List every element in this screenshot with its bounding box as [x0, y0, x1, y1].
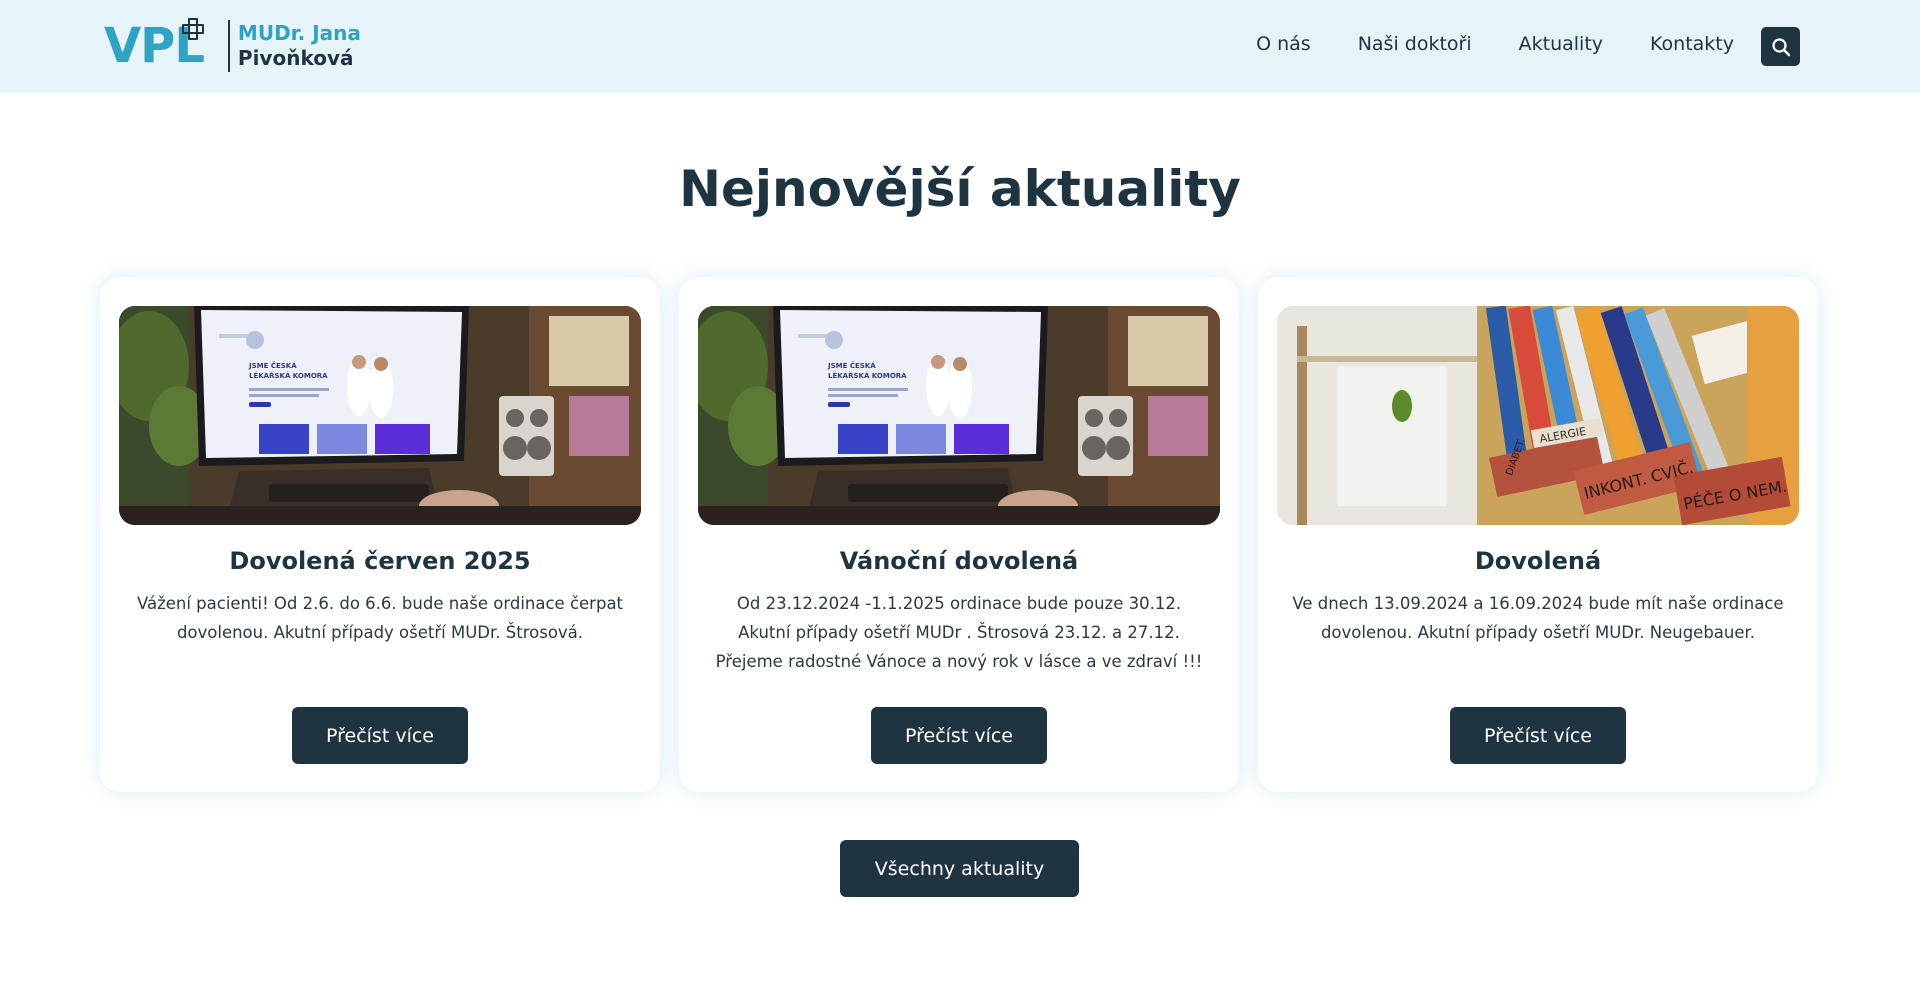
news-title[interactable]: Vánoční dovolená [679, 547, 1239, 575]
read-more-button[interactable]: Přečíst více [292, 707, 468, 764]
logo-text: MUDr. Jana Pivoňková [238, 21, 361, 71]
screen-text-1: JSME ČESKÁ [827, 361, 876, 370]
logo-doctor-name: Pivoňková [237, 46, 354, 70]
search-icon [1771, 37, 1790, 56]
logo-divider [227, 20, 230, 72]
all-news-button[interactable]: Všechny aktuality [840, 840, 1079, 897]
news-cards: JSME ČESKÁ LÉKAŘSKÁ KOMORA Dovolená červ… [100, 277, 1818, 792]
search-button[interactable] [1761, 27, 1800, 66]
logo[interactable]: VPL MUDr. Jana Pivoňková [104, 18, 361, 74]
main-nav: O nás Naši doktoři Aktuality Kontakty [1256, 33, 1734, 55]
news-card: ALERGIE DIABET. INKONT. CVIČ. PÉČE O NEM… [1258, 277, 1818, 792]
nav-aktuality[interactable]: Aktuality [1519, 33, 1603, 55]
logo-doctor-title: MUDr. Jana [237, 21, 361, 45]
news-image-folders[interactable]: ALERGIE DIABET. INKONT. CVIČ. PÉČE O NEM… [1277, 306, 1799, 525]
news-image-computer[interactable]: JSME ČESKÁ LÉKAŘSKÁ KOMORA [698, 306, 1220, 525]
logo-cross-icon [182, 18, 204, 40]
news-title[interactable]: Dovolená [1258, 547, 1818, 575]
screen-text-1: JSME ČESKÁ [248, 361, 297, 370]
news-excerpt: Vážení pacienti! Od 2.6. do 6.6. bude na… [136, 594, 624, 642]
news-card: JSME ČESKÁ LÉKAŘSKÁ KOMORA Vánoční dovol… [679, 277, 1239, 792]
news-title[interactable]: Dovolená červen 2025 [100, 547, 660, 575]
nav-o-nas[interactable]: O nás [1256, 33, 1311, 55]
nav-nasi-doktori[interactable]: Naši doktoři [1358, 33, 1472, 55]
news-image-computer[interactable]: JSME ČESKÁ LÉKAŘSKÁ KOMORA [119, 306, 641, 525]
screen-text-2: LÉKAŘSKÁ KOMORA [828, 371, 907, 380]
screen-text-2: LÉKAŘSKÁ KOMORA [249, 371, 328, 380]
nav-kontakty[interactable]: Kontakty [1650, 33, 1734, 55]
read-more-button[interactable]: Přečíst více [1450, 707, 1626, 764]
news-card: JSME ČESKÁ LÉKAŘSKÁ KOMORA Dovolená červ… [100, 277, 660, 792]
news-excerpt: Ve dnech 13.09.2024 a 16.09.2024 bude mí… [1292, 594, 1784, 642]
site-header: VPL MUDr. Jana Pivoňková O nás Naši dokt… [0, 0, 1920, 93]
read-more-button[interactable]: Přečíst více [871, 707, 1047, 764]
page-title: Nejnovější aktuality [679, 160, 1241, 218]
news-excerpt: Od 23.12.2024 -1.1.2025 ordinace bude po… [715, 594, 1203, 671]
